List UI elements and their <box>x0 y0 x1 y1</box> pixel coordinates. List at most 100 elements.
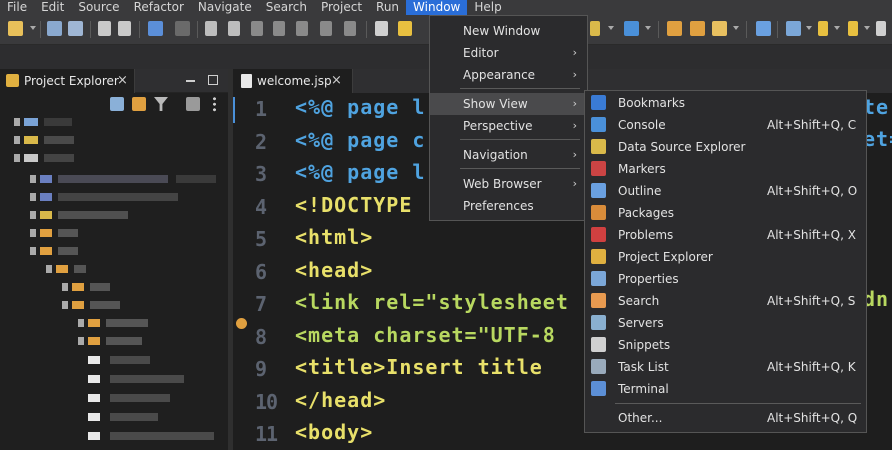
minimize-icon[interactable] <box>186 80 195 82</box>
save-all-icon[interactable] <box>68 21 83 36</box>
chevron-down-icon[interactable] <box>806 26 812 30</box>
step-return-icon[interactable] <box>344 21 356 36</box>
collapse-all-icon[interactable] <box>110 97 124 111</box>
search-icon[interactable] <box>786 21 801 36</box>
step-into-icon[interactable] <box>296 21 308 36</box>
code-line[interactable]: <link rel="stylesheet <box>295 290 569 314</box>
suspend-icon[interactable] <box>228 21 240 36</box>
disconnect-icon[interactable] <box>273 21 285 36</box>
tree-row[interactable] <box>62 281 122 293</box>
close-icon[interactable]: × <box>117 69 128 93</box>
tree-row[interactable] <box>62 299 132 311</box>
maximize-icon[interactable] <box>208 75 218 85</box>
menu-help[interactable]: Help <box>467 0 508 15</box>
window-menu-item-preferences[interactable]: Preferences <box>430 195 587 217</box>
chevron-down-icon[interactable] <box>864 26 870 30</box>
show-view-item-servers[interactable]: Servers <box>585 312 866 334</box>
show-view-item-search[interactable]: Search Alt+Shift+Q, S <box>585 290 866 312</box>
tab-project-explorer[interactable]: Project Explorer × <box>0 69 135 93</box>
chevron-down-icon[interactable] <box>645 26 651 30</box>
tree-row[interactable] <box>14 134 84 146</box>
code-line[interactable]: <%@ page l <box>295 95 425 119</box>
show-view-item-other[interactable]: Other... Alt+Shift+Q, Q <box>585 407 866 429</box>
menu-project[interactable]: Project <box>314 0 369 15</box>
tree-row[interactable] <box>88 430 218 442</box>
menu-search[interactable]: Search <box>259 0 314 15</box>
open-type-icon[interactable] <box>690 21 705 36</box>
menu-run[interactable]: Run <box>369 0 406 15</box>
tree-row[interactable] <box>78 335 158 347</box>
show-view-item-markers[interactable]: Markers <box>585 158 866 180</box>
show-view-item-task-list[interactable]: Task List Alt+Shift+Q, K <box>585 356 866 378</box>
skip-breakpoints-icon[interactable] <box>175 21 190 36</box>
window-menu-item-appearance[interactable]: Appearance › <box>430 64 587 86</box>
tree-row[interactable] <box>30 191 190 203</box>
show-view-item-problems[interactable]: Problems Alt+Shift+Q, X <box>585 224 866 246</box>
filter-icon[interactable] <box>154 97 168 111</box>
tree-row[interactable] <box>88 354 168 366</box>
show-view-item-properties[interactable]: Properties <box>585 268 866 290</box>
tree-row[interactable] <box>88 411 168 423</box>
focus-icon[interactable] <box>186 97 200 111</box>
tree-row[interactable] <box>30 209 140 221</box>
menu-edit[interactable]: Edit <box>34 0 71 15</box>
tree-row[interactable] <box>30 227 90 239</box>
code-line[interactable]: <html> <box>295 225 373 249</box>
previous-edit-icon[interactable] <box>848 21 858 36</box>
show-view-item-bookmarks[interactable]: Bookmarks <box>585 92 866 114</box>
next-edit-icon[interactable] <box>818 21 828 36</box>
tree-row[interactable] <box>88 373 198 385</box>
tree-row[interactable] <box>14 152 84 164</box>
open-folder-icon[interactable] <box>667 21 682 36</box>
window-menu-item-perspective[interactable]: Perspective › <box>430 115 587 137</box>
show-view-item-console[interactable]: Console Alt+Shift+Q, C <box>585 114 866 136</box>
window-menu-item-web-browser[interactable]: Web Browser › <box>430 173 587 195</box>
use-step-filters-icon[interactable] <box>375 21 388 36</box>
window-menu-item-navigation[interactable]: Navigation › <box>430 144 587 166</box>
window-menu-item-new-window[interactable]: New Window <box>430 20 587 42</box>
save-icon[interactable] <box>47 21 62 36</box>
new-icon[interactable] <box>8 21 23 36</box>
pencil-icon[interactable] <box>712 21 727 36</box>
code-line[interactable]: <body> <box>295 420 373 444</box>
code-line[interactable]: <%@ page c <box>295 128 425 152</box>
code-line[interactable]: <!DOCTYPE <box>295 193 412 217</box>
tree-row[interactable] <box>30 245 90 257</box>
show-view-item-packages[interactable]: Packages <box>585 202 866 224</box>
chevron-down-icon[interactable] <box>834 26 840 30</box>
menu-source[interactable]: Source <box>71 0 126 15</box>
menu-file[interactable]: File <box>0 0 34 15</box>
tree-row[interactable] <box>46 263 106 275</box>
code-line[interactable]: <head> <box>295 258 373 282</box>
view-menu-icon[interactable] <box>213 96 216 112</box>
tree-row[interactable] <box>88 392 188 404</box>
build-icon[interactable] <box>590 21 600 36</box>
tab-welcome-jsp[interactable]: welcome.jsp × <box>233 69 353 93</box>
chevron-down-icon[interactable] <box>608 26 614 30</box>
show-view-item-snippets[interactable]: Snippets <box>585 334 866 356</box>
terminate-icon[interactable] <box>251 21 263 36</box>
menu-window[interactable]: Window <box>406 0 468 15</box>
tree-row[interactable] <box>14 116 74 128</box>
show-view-item-outline[interactable]: Outline Alt+Shift+Q, O <box>585 180 866 202</box>
window-menu-item-editor[interactable]: Editor › <box>430 42 587 64</box>
code-line[interactable]: <title>Insert title <box>295 355 543 379</box>
code-line[interactable]: <meta charset="UTF-8 <box>295 323 556 347</box>
globe-icon[interactable] <box>756 21 771 36</box>
show-view-item-data-source-explorer[interactable]: Data Source Explorer <box>585 136 866 158</box>
chevron-down-icon[interactable] <box>30 26 36 30</box>
run-icon[interactable] <box>624 21 639 36</box>
link-with-editor-icon[interactable] <box>132 97 146 111</box>
tree-row[interactable] <box>30 173 220 185</box>
step-over-icon[interactable] <box>320 21 332 36</box>
redo-icon[interactable] <box>118 21 131 36</box>
menu-refactor[interactable]: Refactor <box>127 0 191 15</box>
resume-icon[interactable] <box>205 21 217 36</box>
terminal-icon[interactable] <box>148 21 163 36</box>
undo-icon[interactable] <box>98 21 111 36</box>
close-icon[interactable]: × <box>331 69 342 93</box>
show-view-item-terminal[interactable]: Terminal <box>585 378 866 400</box>
chevron-down-icon[interactable] <box>733 26 739 30</box>
window-menu-item-show-view[interactable]: Show View › <box>430 93 587 115</box>
code-line[interactable]: <%@ page l <box>295 160 425 184</box>
